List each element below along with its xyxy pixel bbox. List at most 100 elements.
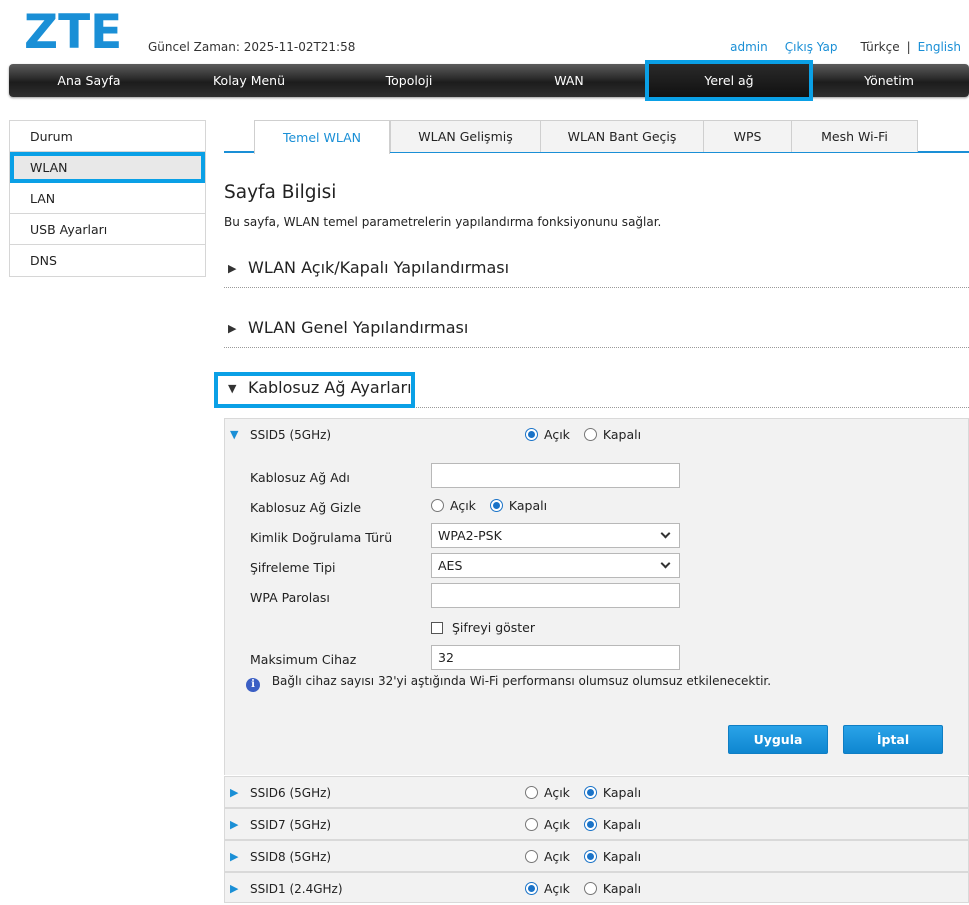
ssid-enable-radio-group: Açık Kapalı [525, 817, 655, 832]
hide-radio-off[interactable] [489, 499, 503, 512]
radio-on-label: Açık [544, 785, 570, 800]
ssid-name: SSID1 (2.4GHz) [250, 882, 343, 896]
ssid-header[interactable]: ▶ SSID7 (5GHz) Açık Kapalı [225, 809, 968, 841]
radio-on[interactable] [525, 882, 538, 895]
radio-off-label: Kapalı [602, 817, 642, 832]
radio-on[interactable] [525, 428, 538, 441]
radio-on-label: Açık [544, 817, 570, 832]
nav-wan[interactable]: WAN [489, 64, 649, 97]
auth-type-value: WPA2-PSK [438, 528, 502, 543]
user-link[interactable]: admin [730, 40, 768, 54]
radio-off-label: Kapalı [602, 427, 642, 442]
ssid-name: SSID8 (5GHz) [250, 850, 332, 864]
ssid-enable-radio-group: Açık Kapalı [525, 881, 655, 896]
nav-yonetim[interactable]: Yönetim [809, 64, 969, 97]
ssid-enable-radio-group: Açık Kapalı [525, 427, 655, 442]
nav-yerel-ag[interactable]: Yerel ağ [645, 60, 813, 101]
radio-off[interactable] [583, 818, 597, 831]
nav-topoloji[interactable]: Topoloji [329, 64, 489, 97]
page-description: Bu sayfa, WLAN temel parametrelerin yapı… [224, 215, 662, 229]
nav-kolay-menu[interactable]: Kolay Menü [169, 64, 329, 97]
radio-off[interactable] [583, 786, 597, 799]
encryption-select[interactable]: AES [431, 553, 680, 578]
apply-button[interactable]: Uygula [728, 725, 828, 754]
page-title: Sayfa Bilgisi [224, 182, 337, 203]
collapsed-triangle-icon: ▶ [228, 322, 237, 335]
ssid-panel-ssid7: ▶ SSID7 (5GHz) Açık Kapalı [224, 808, 969, 840]
show-password-checkbox[interactable] [431, 622, 443, 634]
collapsed-triangle-icon: ▶ [230, 850, 239, 863]
sidebar: Durum WLAN LAN USB Ayarları DNS [9, 120, 206, 277]
chevron-down-icon [660, 528, 671, 539]
collapsed-triangle-icon: ▶ [228, 262, 237, 275]
ssid-form: Kablosuz Ağ Adı Kablosuz Ağ Gizle Açık K… [225, 451, 968, 775]
radio-on-label: Açık [544, 881, 570, 896]
info-icon: i [246, 677, 260, 692]
ssid-header[interactable]: ▼ SSID5 (5GHz) Açık Kapalı [225, 419, 968, 451]
nav-ana-sayfa[interactable]: Ana Sayfa [9, 64, 169, 97]
label-encryption: Şifreleme Tipi [250, 560, 336, 575]
language-english-link[interactable]: English [918, 40, 961, 54]
collapsed-triangle-icon: ▶ [230, 786, 239, 799]
hide-radio-on[interactable] [431, 499, 444, 512]
ssid-header[interactable]: ▶ SSID8 (5GHz) Açık Kapalı [225, 841, 968, 873]
hide-ssid-radio-group: Açık Kapalı [431, 498, 561, 513]
sidebar-item-wlan[interactable]: WLAN [10, 152, 205, 183]
section-label: WLAN Açık/Kapalı Yapılandırması [248, 258, 510, 277]
sidebar-item-durum[interactable]: Durum [10, 121, 205, 152]
section-wlan-on-off[interactable]: ▶ WLAN Açık/Kapalı Yapılandırması [224, 252, 969, 288]
sidebar-item-lan[interactable]: LAN [10, 183, 205, 214]
tab-wlan-bant-gecis[interactable]: WLAN Bant Geçiş [540, 120, 704, 152]
radio-off[interactable] [583, 428, 597, 441]
zte-logo: ZTE [24, 5, 123, 60]
info-text: Bağlı cihaz sayısı 32'yi aştığında Wi-Fi… [271, 674, 772, 688]
auth-type-select[interactable]: WPA2-PSK [431, 523, 680, 548]
radio-on-label: Açık [544, 427, 570, 442]
language-separator: | [906, 40, 911, 54]
radio-on[interactable] [525, 850, 538, 863]
tab-mesh-wifi[interactable]: Mesh Wi-Fi [791, 120, 918, 152]
ssid-header[interactable]: ▶ SSID6 (5GHz) Açık Kapalı [225, 777, 968, 809]
tab-wps[interactable]: WPS [703, 120, 792, 152]
hide-radio-off-label: Kapalı [508, 498, 548, 513]
radio-off-label: Kapalı [602, 881, 642, 896]
tab-wlan-gelismis[interactable]: WLAN Gelişmiş [390, 120, 541, 152]
show-password-label: Şifreyi göster [451, 620, 536, 635]
radio-on[interactable] [525, 818, 538, 831]
sidebar-item-usb[interactable]: USB Ayarları [10, 214, 205, 245]
sidebar-item-dns[interactable]: DNS [10, 245, 205, 276]
radio-off-label: Kapalı [602, 849, 642, 864]
section-wlan-general[interactable]: ▶ WLAN Genel Yapılandırması [224, 312, 969, 348]
collapsed-triangle-icon: ▶ [230, 818, 239, 831]
ssid-header[interactable]: ▶ SSID1 (2.4GHz) Açık Kapalı [225, 873, 968, 905]
encryption-value: AES [438, 558, 463, 573]
language-current[interactable]: Türkçe [860, 40, 899, 54]
label-ssid-name: Kablosuz Ağ Adı [250, 470, 350, 485]
ssid-name: SSID6 (5GHz) [250, 786, 332, 800]
max-devices-input[interactable]: 32 [431, 645, 680, 670]
wpa-password-input[interactable] [431, 583, 680, 608]
show-password-row: Şifreyi göster [431, 620, 535, 635]
label-wpa-password: WPA Parolası [250, 590, 330, 605]
sub-tabs: Temel WLAN WLAN Gelişmiş WLAN Bant Geçiş… [224, 120, 969, 154]
ssid-panel-ssid6: ▶ SSID6 (5GHz) Açık Kapalı [224, 776, 969, 808]
logout-link[interactable]: Çıkış Yap [785, 40, 838, 54]
cancel-button[interactable]: İptal [843, 725, 943, 754]
label-auth-type: Kimlik Doğrulama Türü [250, 530, 393, 545]
current-time: Güncel Zaman: 2025-11-02T21:58 [148, 40, 356, 54]
ssid-panel-ssid5: ▼ SSID5 (5GHz) Açık Kapalı Kablosuz Ağ A… [224, 418, 969, 775]
top-links: admin Çıkış Yap Türkçe | English [730, 40, 961, 54]
label-hide-ssid: Kablosuz Ağ Gizle [250, 500, 362, 515]
ssid-enable-radio-group: Açık Kapalı [525, 785, 655, 800]
radio-on[interactable] [525, 786, 538, 799]
section-label: WLAN Genel Yapılandırması [248, 318, 469, 337]
ssid-panel-ssid8: ▶ SSID8 (5GHz) Açık Kapalı [224, 840, 969, 872]
ssid-name-input[interactable] [431, 463, 680, 488]
radio-on-label: Açık [544, 849, 570, 864]
tab-temel-wlan[interactable]: Temel WLAN [254, 120, 390, 154]
chevron-down-icon [660, 558, 671, 569]
radio-off-label: Kapalı [602, 785, 642, 800]
radio-off[interactable] [583, 850, 597, 863]
radio-off[interactable] [583, 882, 597, 895]
collapsed-triangle-icon: ▶ [230, 882, 239, 895]
